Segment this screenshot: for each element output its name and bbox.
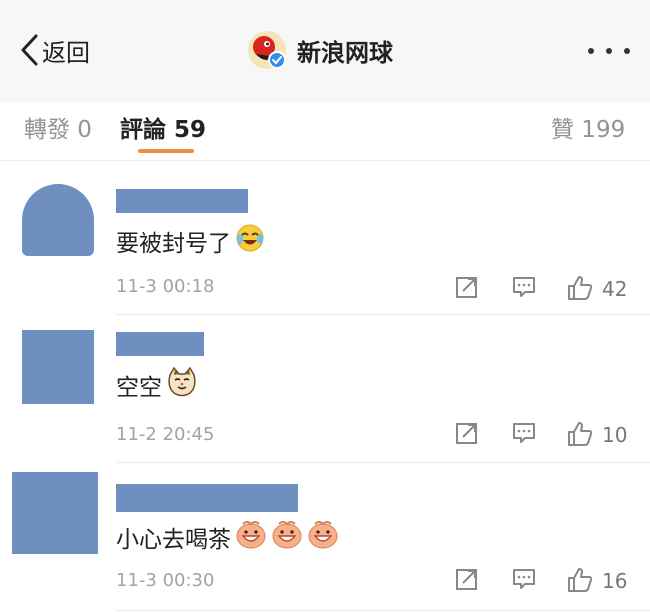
repost-button[interactable] xyxy=(454,274,480,300)
grin-face-emoji-icon xyxy=(307,518,339,556)
comment-text-content: 小心去喝茶 xyxy=(116,527,231,553)
comment-timestamp: 11-3 00:30 xyxy=(116,570,215,591)
tab-likes[interactable]: 贊 199 xyxy=(551,110,625,144)
reply-icon xyxy=(513,569,535,589)
comment-text-content: 空空 xyxy=(116,375,162,401)
divider xyxy=(116,314,650,315)
like-button[interactable] xyxy=(566,420,594,448)
comment-item: 小心去喝茶 11-3 00:30 16 xyxy=(0,464,650,614)
username[interactable] xyxy=(116,189,248,213)
tab-active-indicator xyxy=(138,149,194,153)
username-remnant xyxy=(116,166,256,178)
laugh-cry-emoji-icon xyxy=(235,223,265,259)
like-button[interactable] xyxy=(566,566,594,594)
cat-face-emoji-icon xyxy=(166,366,198,404)
avatar[interactable] xyxy=(12,472,98,554)
divider xyxy=(116,610,650,611)
back-label: 返回 xyxy=(42,38,90,67)
comment-text: 小心去喝茶 xyxy=(116,518,339,556)
thumbs-up-icon xyxy=(568,422,593,446)
reply-button[interactable] xyxy=(511,566,537,592)
more-icon-dot xyxy=(624,48,630,54)
comment-actions: 16 xyxy=(452,566,642,596)
thumbs-up-icon xyxy=(568,276,593,300)
page-header: 新浪网球 xyxy=(247,28,393,72)
comment-timestamp: 11-3 00:18 xyxy=(116,276,215,297)
tab-bar: 轉發 0 評論 59 贊 199 xyxy=(0,102,650,161)
username[interactable] xyxy=(116,332,204,356)
reply-button[interactable] xyxy=(511,274,537,300)
like-button[interactable] xyxy=(566,274,594,302)
tab-comments[interactable]: 評論 59 xyxy=(120,110,206,144)
sina-logo-icon xyxy=(247,30,287,70)
nav-bar: 返回 新浪网球 xyxy=(0,0,650,102)
comment-text: 要被封号了 xyxy=(116,224,265,258)
more-icon xyxy=(588,48,594,54)
thumbs-up-icon xyxy=(568,568,593,592)
comment-item: 空空 11-2 20:45 10 xyxy=(0,316,650,464)
grin-face-emoji-icon xyxy=(271,518,303,556)
repost-button[interactable] xyxy=(454,420,480,446)
comment-text-content: 要被封号了 xyxy=(116,231,231,257)
repost-icon xyxy=(456,569,477,590)
like-count: 42 xyxy=(602,277,628,301)
repost-icon xyxy=(456,423,477,444)
reply-icon xyxy=(513,277,535,297)
more-button[interactable] xyxy=(588,46,630,56)
grin-face-emoji-icon xyxy=(235,518,267,556)
like-count: 16 xyxy=(602,569,628,593)
repost-icon xyxy=(456,277,477,298)
comment-actions: 42 xyxy=(452,274,642,304)
reply-button[interactable] xyxy=(511,420,537,446)
comment-text: 空空 xyxy=(116,366,198,404)
reply-icon xyxy=(513,423,535,443)
more-icon-dot xyxy=(606,48,612,54)
username[interactable] xyxy=(116,484,298,512)
repost-button[interactable] xyxy=(454,566,480,592)
avatar[interactable] xyxy=(22,330,94,404)
tab-reposts[interactable]: 轉發 0 xyxy=(24,110,92,144)
page-title: 新浪网球 xyxy=(297,38,393,67)
comment-actions: 10 xyxy=(452,420,642,450)
back-button[interactable]: 返回 xyxy=(18,30,90,70)
like-count: 10 xyxy=(602,423,628,447)
avatar[interactable] xyxy=(22,184,94,256)
chevron-left-icon xyxy=(21,34,38,66)
comment-item: 要被封号了 11-3 00:18 42 xyxy=(0,160,650,316)
comment-timestamp: 11-2 20:45 xyxy=(116,424,215,445)
divider xyxy=(116,462,650,463)
